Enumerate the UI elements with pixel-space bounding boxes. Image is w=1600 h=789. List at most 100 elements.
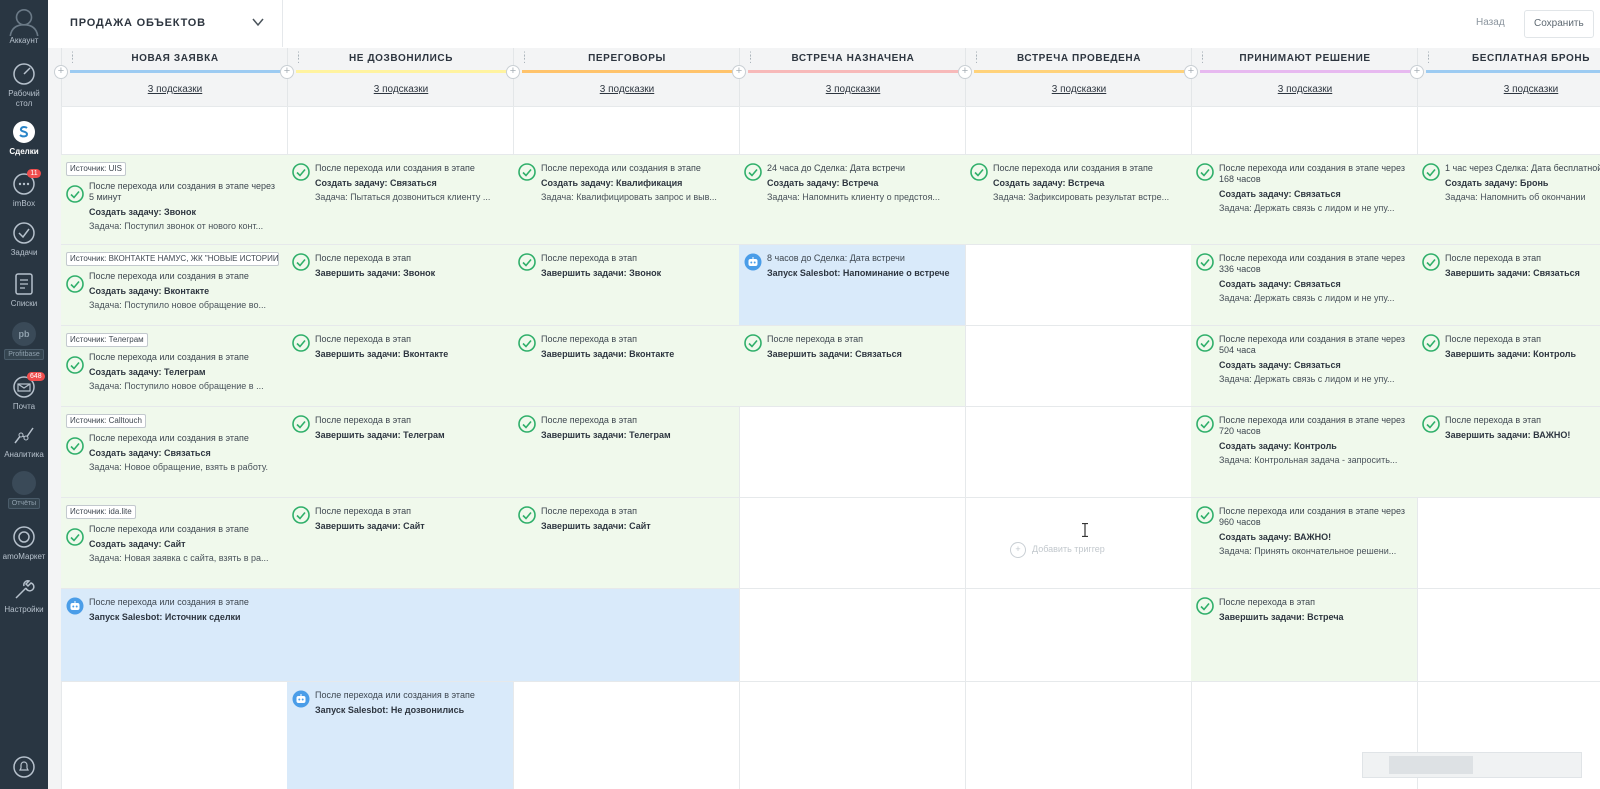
add-stage-plus-icon[interactable]: +: [1184, 65, 1198, 79]
trigger-card[interactable]: 8 часов до Сделка: Дата встречи Запуск Sa…: [739, 244, 965, 325]
trigger-action: Создать задачу: Связаться: [315, 178, 437, 188]
stage-hints-link[interactable]: 3 подсказки: [1192, 84, 1418, 95]
trigger-task-text: Задача: Новая заявка с сайта, взять в ра…: [89, 553, 269, 563]
trigger-card[interactable]: Источник: UIS После перехода или создания…: [61, 154, 287, 244]
trigger-card[interactable]: После перехода в этап Завершить задачи: К…: [1417, 325, 1600, 406]
trigger-card[interactable]: После перехода в этап Завершить задачи: З…: [513, 244, 739, 325]
empty-trigger-cell[interactable]: [965, 681, 1191, 789]
add-stage-plus-icon[interactable]: +: [506, 65, 520, 79]
empty-trigger-cell[interactable]: [965, 106, 1191, 154]
back-button[interactable]: Назад: [1476, 17, 1505, 28]
stage-hints-link[interactable]: 3 подсказки: [1418, 84, 1600, 95]
stage-name: ПЕРЕГОВОРЫ: [588, 53, 666, 64]
add-stage-plus-icon[interactable]: +: [280, 65, 294, 79]
nav-reports[interactable]: Отчёты: [0, 471, 48, 509]
trigger-card[interactable]: После перехода в этап Завершить задачи: В…: [287, 325, 513, 406]
trigger-card[interactable]: После перехода или создания в этапе Запус…: [61, 588, 739, 681]
empty-trigger-cell[interactable]: [965, 406, 1191, 497]
user-icon: [9, 8, 39, 36]
empty-trigger-cell[interactable]: [739, 106, 965, 154]
trigger-card[interactable]: 1 час через Сделка: Дата бесплатной ДО Со…: [1417, 154, 1600, 244]
trigger-card[interactable]: После перехода или создания в этапе Созда…: [287, 154, 513, 244]
nav-dashboard[interactable]: Рабочий стол: [0, 62, 48, 109]
nav-account[interactable]: Аккаунт: [0, 6, 48, 45]
trigger-card[interactable]: После перехода или создания в этапе чере…: [1191, 325, 1417, 406]
check-circle-icon: [518, 415, 536, 433]
add-stage-plus-icon[interactable]: +: [958, 65, 972, 79]
empty-trigger-cell[interactable]: [513, 106, 739, 154]
empty-trigger-cell[interactable]: [965, 244, 1191, 325]
board-minimap[interactable]: [1362, 752, 1582, 778]
stage-hints-link[interactable]: 3 подсказки: [288, 84, 514, 95]
stage-hints-link[interactable]: 3 подсказки: [740, 84, 966, 95]
check-circle-icon: [66, 275, 84, 293]
nav-imbox[interactable]: 11 imBox: [0, 169, 48, 208]
trigger-action: Завершить задачи: ВАЖНО!: [1445, 430, 1571, 440]
trigger-condition: После перехода в этап: [1445, 253, 1541, 263]
nav-settings[interactable]: Настройки: [0, 578, 48, 614]
trigger-card[interactable]: После перехода в этап Завершить задачи: С…: [513, 497, 739, 588]
trigger-card[interactable]: Источник: Телеграм После перехода или соз…: [61, 325, 287, 406]
trigger-card[interactable]: После перехода в этап Завершить задачи: С…: [287, 497, 513, 588]
pipeline-selector[interactable]: ПРОДАЖА ОБЪЕКТОВ: [48, 0, 283, 47]
nav-notifications[interactable]: [0, 755, 48, 782]
trigger-card[interactable]: Источник: ВКОНТАКТЕ НАМУС, ЖК "НОВЫЕ ИСТ…: [61, 244, 287, 325]
trigger-card[interactable]: После перехода в этап Завершить задачи: С…: [1417, 244, 1600, 325]
empty-trigger-cell[interactable]: [287, 106, 513, 154]
add-stage-plus-icon[interactable]: +: [54, 65, 68, 79]
trigger-card[interactable]: Источник: Calltouch После перехода или со…: [61, 406, 287, 497]
trigger-action: Завершить задачи: Звонок: [315, 268, 436, 278]
empty-trigger-cell[interactable]: [61, 106, 287, 154]
empty-trigger-cell[interactable]: [739, 497, 965, 588]
trigger-card[interactable]: 24 часа до Сделка: Дата встречи Создать з…: [739, 154, 965, 244]
empty-trigger-cell[interactable]: [1417, 588, 1600, 681]
empty-trigger-cell[interactable]: [965, 588, 1191, 681]
trigger-card[interactable]: После перехода или создания в этапе чере…: [1191, 244, 1417, 325]
nav-profitbase[interactable]: pb Profitbase: [0, 322, 48, 360]
add-stage-plus-icon[interactable]: +: [732, 65, 746, 79]
stage-hints-link[interactable]: 3 подсказки: [966, 84, 1192, 95]
stage-hints-link[interactable]: 3 подсказки: [62, 84, 288, 95]
trigger-card[interactable]: После перехода или создания в этапе Созда…: [513, 154, 739, 244]
chevron-down-icon[interactable]: [250, 14, 266, 30]
trigger-task-text: Задача: Напомнить клиенту о предстоя...: [767, 192, 940, 202]
trigger-card[interactable]: После перехода в этап Завершить задачи: Т…: [513, 406, 739, 497]
trigger-card[interactable]: После перехода в этап Завершить задачи: Т…: [287, 406, 513, 497]
empty-trigger-cell[interactable]: [1191, 106, 1417, 154]
trigger-card[interactable]: После перехода в этап Завершить задачи: В…: [1417, 406, 1600, 497]
check-circle-icon: [970, 163, 988, 181]
trigger-card[interactable]: После перехода или создания в этапе Созда…: [965, 154, 1191, 244]
trigger-card[interactable]: После перехода или создания в этапе чере…: [1191, 497, 1417, 588]
empty-trigger-cell[interactable]: [61, 681, 287, 789]
nav-tasks[interactable]: Задачи: [0, 221, 48, 257]
empty-trigger-cell[interactable]: [1417, 106, 1600, 154]
trigger-card[interactable]: После перехода в этап Завершить задачи: В…: [513, 325, 739, 406]
empty-trigger-cell[interactable]: [739, 681, 965, 789]
add-stage-plus-icon[interactable]: +: [1410, 65, 1424, 79]
nav-mail[interactable]: 648 Почта: [0, 372, 48, 411]
check-circle-icon: [1196, 334, 1214, 352]
stage-hints-link[interactable]: 3 подсказки: [514, 84, 740, 95]
trigger-condition: 8 часов до Сделка: Дата встречи: [767, 253, 905, 263]
empty-trigger-cell[interactable]: [965, 325, 1191, 406]
trigger-card[interactable]: После перехода или создания в этапе Запус…: [287, 681, 513, 789]
trigger-card[interactable]: После перехода в этап Завершить задачи: С…: [739, 325, 965, 406]
empty-trigger-cell[interactable]: [513, 681, 739, 789]
nav-deals[interactable]: Сделки: [0, 120, 48, 156]
nav-analytics[interactable]: Аналитика: [0, 423, 48, 459]
trigger-card[interactable]: После перехода в этап Завершить задачи: З…: [287, 244, 513, 325]
empty-trigger-cell[interactable]: [1417, 497, 1600, 588]
nav-lists[interactable]: Списки: [0, 272, 48, 308]
trigger-card[interactable]: После перехода или создания в этапе чере…: [1191, 154, 1417, 244]
empty-trigger-cell[interactable]: [739, 588, 965, 681]
nav-market[interactable]: amoМаркет: [0, 525, 48, 561]
trigger-card[interactable]: Источник: ida.lite После перехода или соз…: [61, 497, 287, 588]
add-trigger-button[interactable]: + Добавить триггер: [1010, 542, 1105, 558]
save-button[interactable]: Сохранить: [1524, 10, 1594, 38]
trigger-condition: После перехода или создания в этапе чере…: [1219, 163, 1405, 184]
minimap-window[interactable]: [1389, 756, 1473, 774]
trigger-card[interactable]: После перехода или создания в этапе чере…: [1191, 406, 1417, 497]
empty-trigger-cell[interactable]: [739, 406, 965, 497]
trigger-card[interactable]: После перехода в этап Завершить задачи: В…: [1191, 588, 1417, 681]
trigger-action: Завершить задачи: Встреча: [1219, 612, 1344, 622]
